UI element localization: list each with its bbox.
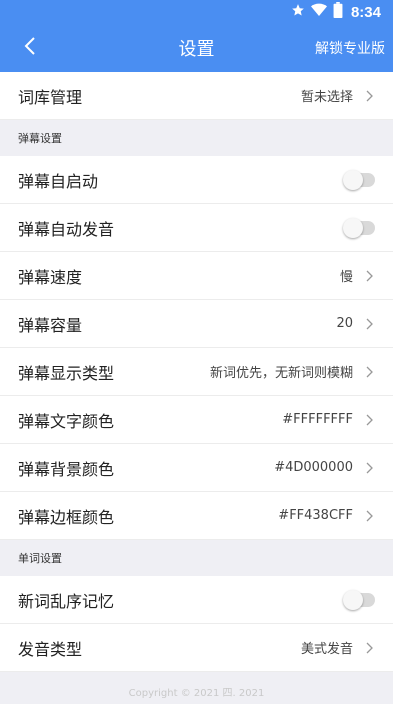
danmaku-speed-label: 弹幕速度 — [18, 267, 83, 287]
wifi-icon — [310, 3, 327, 21]
danmaku-text-color-value: #FFFFFFFF — [282, 412, 353, 427]
danmaku-text-color-row[interactable]: 弹幕文字颜色 #FFFFFFFF — [0, 396, 393, 444]
danmaku-capacity-row[interactable]: 弹幕容量 20 — [0, 300, 393, 348]
toggle-knob — [343, 589, 363, 610]
danmaku-auto-start-row: 弹幕自启动 — [0, 156, 393, 204]
danmaku-speed-value: 慢 — [339, 270, 353, 285]
words-shuffle-toggle[interactable] — [343, 589, 375, 610]
chevron-right-icon — [363, 461, 377, 475]
danmaku-auto-speak-toggle[interactable] — [343, 217, 375, 238]
app-header: 设置 解锁专业版 — [0, 24, 393, 72]
dict-manage-value: 暂未选择 — [300, 90, 353, 105]
danmaku-speed-row[interactable]: 弹幕速度 慢 — [0, 252, 393, 300]
danmaku-display-type-row[interactable]: 弹幕显示类型 新词优先，无新词则模糊 — [0, 348, 393, 396]
danmaku-auto-speak-label: 弹幕自动发音 — [18, 219, 115, 239]
danmaku-bg-color-value: #4D000000 — [274, 460, 353, 475]
copyright-footer: Copyright © 2021 四. 2021 — [0, 678, 393, 704]
danmaku-bg-color-row[interactable]: 弹幕背景颜色 #4D000000 — [0, 444, 393, 492]
danmaku-capacity-label: 弹幕容量 — [18, 315, 83, 335]
danmaku-bg-color-label: 弹幕背景颜色 — [18, 459, 115, 479]
danmaku-border-color-row[interactable]: 弹幕边框颜色 #FF438CFF — [0, 492, 393, 540]
pron-type-row[interactable]: 发音类型 美式发音 — [0, 624, 393, 672]
status-time: 8:34 — [350, 3, 381, 21]
pron-type-label: 发音类型 — [18, 639, 83, 659]
danmaku-capacity-value: 20 — [336, 316, 353, 331]
toggle-knob — [343, 169, 363, 190]
danmaku-auto-speak-row: 弹幕自动发音 — [0, 204, 393, 252]
toggle-knob — [343, 217, 363, 238]
chevron-right-icon — [363, 269, 377, 283]
chevron-right-icon — [363, 413, 377, 427]
status-bar: 8:34 — [0, 0, 393, 24]
danmaku-section-title: 弹幕设置 — [0, 120, 393, 156]
unlock-pro-button[interactable]: 解锁专业版 — [315, 38, 385, 58]
chevron-right-icon — [363, 89, 377, 103]
danmaku-auto-start-toggle[interactable] — [343, 169, 375, 190]
battery-icon — [333, 2, 343, 22]
danmaku-border-color-value: #FF438CFF — [278, 508, 353, 523]
danmaku-border-color-label: 弹幕边框颜色 — [18, 507, 115, 527]
chevron-right-icon — [363, 365, 377, 379]
back-button[interactable] — [0, 24, 60, 72]
chevron-left-icon — [23, 36, 37, 60]
danmaku-text-color-label: 弹幕文字颜色 — [18, 411, 115, 431]
words-section-title: 单词设置 — [0, 540, 393, 576]
words-shuffle-label: 新词乱序记忆 — [18, 591, 115, 611]
danmaku-auto-start-label: 弹幕自启动 — [18, 171, 99, 191]
chevron-right-icon — [363, 641, 377, 655]
danmaku-display-type-label: 弹幕显示类型 — [18, 363, 115, 383]
chevron-right-icon — [363, 317, 377, 331]
danmaku-display-type-value: 新词优先，无新词则模糊 — [209, 366, 353, 381]
pron-type-value: 美式发音 — [300, 642, 353, 657]
words-shuffle-row: 新词乱序记忆 — [0, 576, 393, 624]
dict-manage-row[interactable]: 词库管理 暂未选择 — [0, 72, 393, 120]
star-icon — [291, 3, 305, 21]
chevron-right-icon — [363, 509, 377, 523]
dict-manage-label: 词库管理 — [18, 87, 83, 107]
